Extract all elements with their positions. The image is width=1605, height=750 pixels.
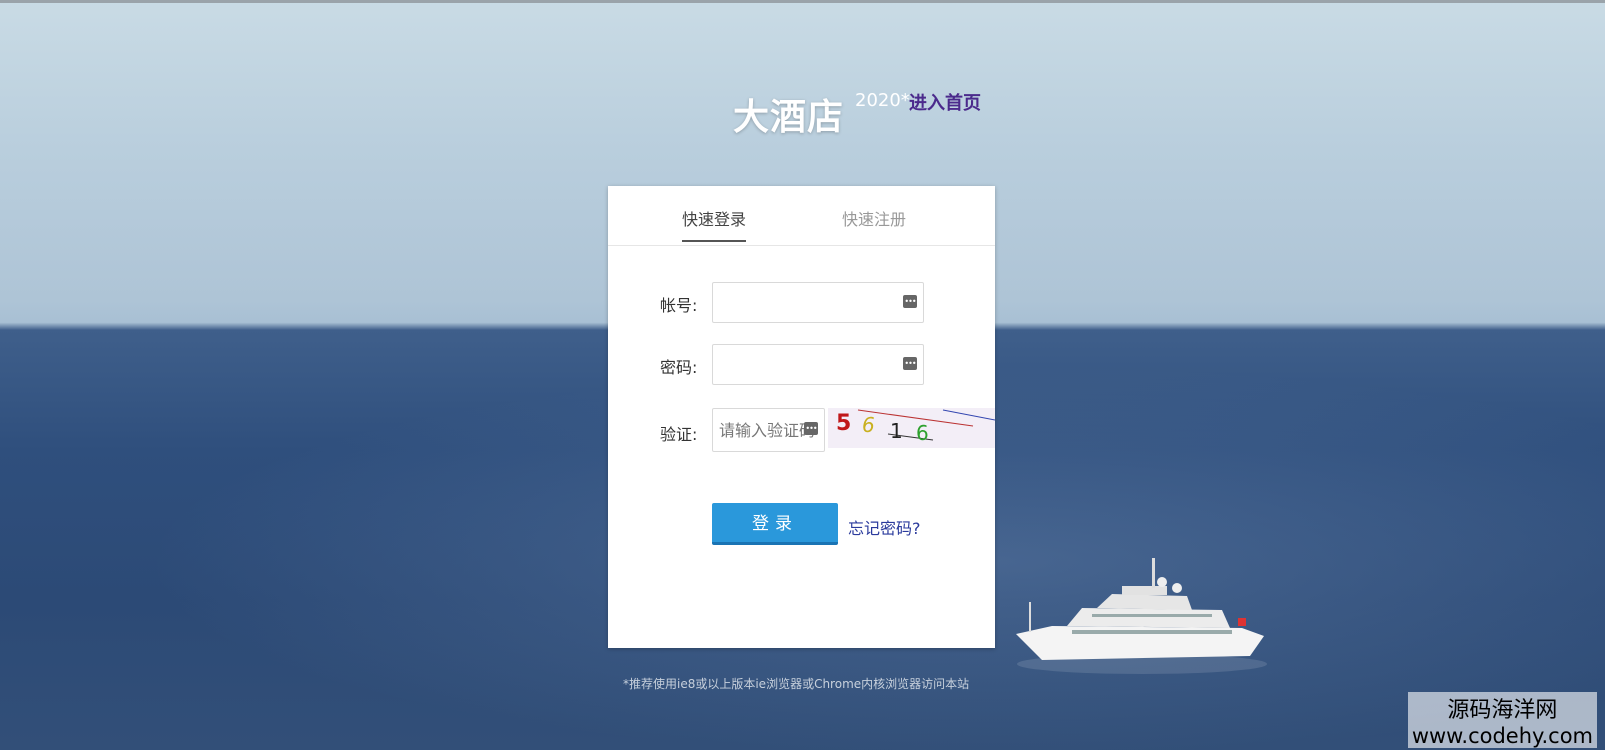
password-label: 密码: — [660, 358, 698, 377]
tab-quick-register[interactable]: 快速注册 — [842, 206, 906, 230]
tab-quick-login[interactable]: 快速登录 — [682, 206, 747, 242]
watermark-title: 源码海洋网 — [1447, 698, 1558, 723]
top-border — [0, 0, 1605, 3]
captcha-char: 1 — [890, 419, 903, 443]
browser-notice: *推荐使用ie8或以上版本ie浏览器或Chrome内核浏览器访问本站 — [623, 677, 970, 691]
brand-header: 大酒店 2020* 进入首页 — [733, 88, 981, 140]
login-button[interactable]: 登录 — [712, 503, 838, 545]
site-title: 大酒店 — [733, 97, 845, 138]
site-watermark: 源码海洋网 www.codehy.com — [1407, 692, 1597, 748]
captcha-label: 验证: — [660, 425, 698, 444]
captcha-char: 5 — [836, 411, 851, 436]
login-tabs: 快速登录 快速注册 — [608, 186, 995, 246]
password-manager-icon[interactable]: ••• — [804, 422, 818, 435]
brand-year: 2020* — [855, 90, 910, 111]
yacht-image — [1016, 558, 1267, 674]
account-input[interactable]: ••• — [712, 282, 924, 323]
watermark-url: www.codehy.com — [1411, 724, 1593, 748]
captcha-input-wrap: ••• — [712, 408, 825, 452]
account-label: 帐号: — [660, 296, 698, 315]
forgot-password-link[interactable]: 忘记密码? — [848, 515, 921, 539]
password-manager-icon[interactable]: ••• — [903, 357, 917, 370]
login-card: 快速登录 快速注册 帐号: ••• 密码: ••• 验证: ••• 5 6 1 — [608, 186, 995, 648]
password-manager-icon[interactable]: ••• — [903, 295, 917, 308]
password-input[interactable]: ••• — [712, 344, 924, 385]
captcha-graphic: 5 6 1 6 — [836, 409, 995, 445]
captcha-char: 6 — [862, 413, 875, 437]
home-link[interactable]: 进入首页 — [909, 89, 981, 115]
captcha-image[interactable]: 5 6 1 6 — [828, 408, 995, 448]
captcha-char: 6 — [916, 421, 929, 445]
